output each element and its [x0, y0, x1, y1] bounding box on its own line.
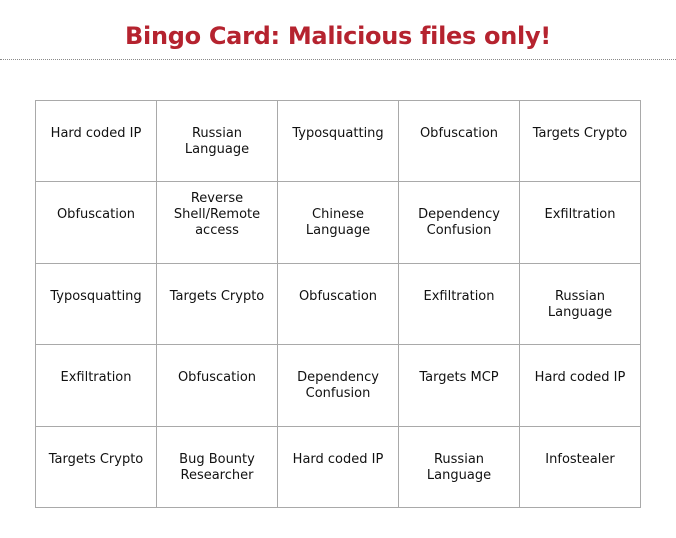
bingo-cell-label: Typosquatting	[50, 288, 142, 304]
bingo-cell: Obfuscation	[36, 182, 157, 264]
bingo-cell: Reverse Shell/Remote access	[157, 182, 278, 264]
bingo-cell-label: Obfuscation	[56, 207, 136, 223]
bingo-cell-label: Dependency Confusion	[297, 370, 379, 402]
bingo-cell: Hard coded IP	[520, 345, 641, 427]
bingo-cell-label: Hard coded IP	[534, 370, 626, 386]
bingo-cell: Russian Language	[157, 101, 278, 183]
bingo-cell-label: Exfiltration	[544, 207, 616, 223]
bingo-cell-label: Obfuscation	[177, 370, 257, 386]
bingo-cell: Exfiltration	[520, 182, 641, 264]
bingo-cell: Obfuscation	[157, 345, 278, 427]
bingo-cell-label: Hard coded IP	[292, 451, 384, 467]
bingo-cell: Dependency Confusion	[278, 345, 399, 427]
bingo-cell: Dependency Confusion	[399, 182, 520, 264]
bingo-cell-label: Targets Crypto	[532, 126, 628, 141]
bingo-cell-label: Bug Bounty Researcher	[179, 451, 255, 483]
bingo-cell-label: Infostealer	[545, 451, 615, 467]
bingo-cell: Infostealer	[520, 426, 641, 508]
bingo-cell-label: Dependency Confusion	[418, 207, 500, 239]
bingo-cell: Typosquatting	[278, 101, 399, 183]
bingo-cell: Russian Language	[520, 263, 641, 346]
bingo-cell: Targets Crypto	[36, 426, 157, 508]
bingo-cell-label: Exfiltration	[423, 288, 495, 304]
bingo-cell: Chinese Language	[278, 182, 399, 264]
bingo-cell-label: Chinese Language	[305, 207, 371, 239]
bingo-cell-label: Obfuscation	[298, 288, 378, 304]
bingo-cell: Typosquatting	[36, 263, 157, 346]
bingo-cell: Hard coded IP	[278, 426, 399, 508]
bingo-cell: Bug Bounty Researcher	[157, 426, 278, 508]
bingo-cell-label: Targets Crypto	[48, 451, 144, 467]
bingo-cell: Targets Crypto	[520, 101, 641, 183]
bingo-cell-label: Exfiltration	[60, 370, 132, 386]
bingo-cell-label: Obfuscation	[419, 126, 499, 141]
bingo-cell: Russian Language	[399, 426, 520, 508]
bingo-cell-label: Targets MCP	[419, 370, 499, 386]
bingo-cell: Targets MCP	[399, 345, 520, 427]
bingo-cell-label: Russian Language	[547, 288, 613, 320]
bingo-cell-label: Typosquatting	[292, 126, 384, 141]
page-title: Bingo Card: Malicious files only!	[125, 22, 551, 50]
bingo-cell: Exfiltration	[399, 263, 520, 346]
bingo-cell-label: Russian Language	[426, 451, 492, 483]
bingo-cell: Exfiltration	[36, 345, 157, 427]
bingo-cell-label: Russian Language	[184, 126, 250, 157]
title-divider	[0, 59, 676, 60]
bingo-cell-label: Reverse Shell/Remote access	[173, 191, 261, 239]
bingo-cell-label: Targets Crypto	[169, 288, 265, 304]
bingo-grid: Hard coded IP Russian Language Typosquat…	[35, 100, 641, 508]
bingo-cell: Obfuscation	[399, 101, 520, 183]
bingo-cell: Targets Crypto	[157, 263, 278, 346]
bingo-cell: Hard coded IP	[36, 101, 157, 183]
bingo-cell: Obfuscation	[278, 263, 399, 346]
bingo-cell-label: Hard coded IP	[50, 126, 142, 141]
